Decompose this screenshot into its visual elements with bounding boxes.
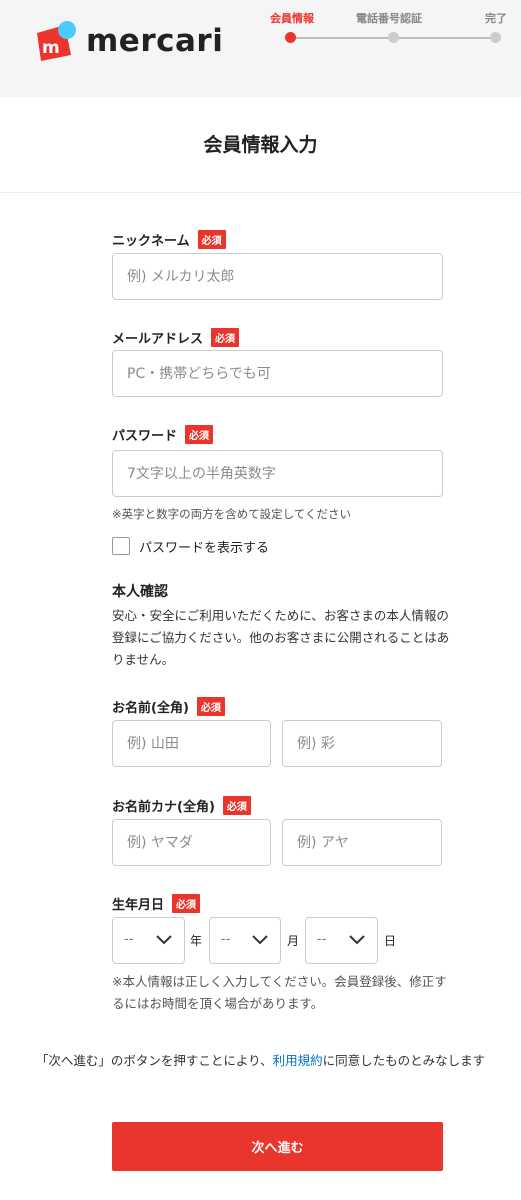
name-kana-label-text: お名前カナ(全角) bbox=[112, 800, 215, 815]
nickname-input[interactable] bbox=[112, 253, 443, 300]
title-bar: 会員情報入力 bbox=[0, 97, 521, 193]
logo-wordmark: mercari bbox=[86, 23, 224, 59]
mercari-logo-icon: m bbox=[37, 21, 76, 61]
identity-section-title: 本人確認 bbox=[112, 584, 168, 600]
step-label-phone-verification: 電話番号認証 bbox=[356, 12, 422, 25]
password-label: パスワード 必須 bbox=[112, 425, 214, 444]
terms-text-after: に同意したものとみなします bbox=[322, 1053, 486, 1068]
terms-text: 「次へ進む」のボタンを押すことにより、利用規約に同意したものとみなします bbox=[0, 1050, 521, 1072]
identity-section-description: 安心・安全にご利用いただくために、お客さまの本人情報の登録にご協力ください。他の… bbox=[112, 608, 450, 667]
svg-text:m: m bbox=[42, 38, 60, 58]
password-note: ※英字と数字の両方を含めて設定してください bbox=[112, 507, 351, 521]
mercari-logo[interactable]: m mercari bbox=[31, 19, 224, 63]
required-badge: 必須 bbox=[197, 230, 226, 249]
password-label-text: パスワード bbox=[112, 429, 178, 444]
step-label-member-info: 会員情報 bbox=[270, 12, 314, 25]
chevron-down-icon bbox=[156, 935, 172, 945]
birth-month-select[interactable]: -- bbox=[209, 917, 281, 964]
birthday-label: 生年月日 必須 bbox=[112, 894, 201, 913]
next-button[interactable]: 次へ進む bbox=[112, 1122, 443, 1171]
name-kana-label: お名前カナ(全角) 必須 bbox=[112, 796, 251, 815]
birth-day-value: -- bbox=[317, 932, 327, 947]
email-label: メールアドレス 必須 bbox=[112, 328, 240, 347]
nickname-label: ニックネーム 必須 bbox=[112, 230, 226, 249]
birth-day-select[interactable]: -- bbox=[305, 917, 378, 964]
day-unit: 日 bbox=[384, 934, 397, 948]
name-kanji-label-text: お名前(全角) bbox=[112, 701, 189, 716]
chevron-down-icon bbox=[252, 935, 268, 945]
email-label-text: メールアドレス bbox=[112, 332, 204, 347]
last-name-kana-input[interactable] bbox=[112, 819, 271, 866]
show-password-label[interactable]: パスワードを表示する bbox=[139, 537, 269, 556]
chevron-down-icon bbox=[349, 935, 365, 945]
birth-year-value: -- bbox=[124, 932, 134, 947]
first-name-input[interactable] bbox=[282, 720, 442, 767]
password-input[interactable] bbox=[112, 450, 443, 497]
header: m mercari 会員情報 電話番号認証 完了 bbox=[0, 0, 521, 97]
step-dot-complete bbox=[490, 32, 501, 43]
step-label-complete: 完了 bbox=[485, 12, 507, 25]
show-password-checkbox[interactable] bbox=[112, 537, 130, 555]
email-input[interactable] bbox=[112, 350, 443, 397]
step-dot-member-info bbox=[285, 32, 296, 43]
birth-year-select[interactable]: -- bbox=[112, 917, 185, 964]
step-dot-phone-verification bbox=[388, 32, 399, 43]
year-unit: 年 bbox=[190, 934, 203, 948]
birth-month-value: -- bbox=[221, 932, 231, 947]
progress-steps: 会員情報 電話番号認証 完了 bbox=[270, 10, 515, 50]
birthday-label-text: 生年月日 bbox=[112, 898, 165, 913]
required-badge: 必須 bbox=[211, 328, 240, 347]
terms-text-before: 「次へ進む」のボタンを押すことにより、 bbox=[35, 1053, 273, 1068]
required-badge: 必須 bbox=[222, 796, 251, 815]
required-badge: 必須 bbox=[196, 697, 225, 716]
page-title: 会員情報入力 bbox=[203, 134, 318, 156]
terms-of-use-link[interactable]: 利用規約 bbox=[273, 1053, 323, 1068]
first-name-kana-input[interactable] bbox=[282, 819, 442, 866]
month-unit: 月 bbox=[287, 934, 300, 948]
required-badge: 必須 bbox=[172, 894, 201, 913]
last-name-input[interactable] bbox=[112, 720, 271, 767]
birthday-note: ※本人情報は正しく入力してください。会員登録後、修正するにはお時間を頂く場合があ… bbox=[112, 974, 447, 1011]
required-badge: 必須 bbox=[185, 425, 214, 444]
name-kanji-label: お名前(全角) 必須 bbox=[112, 697, 225, 716]
nickname-label-text: ニックネーム bbox=[112, 234, 190, 249]
